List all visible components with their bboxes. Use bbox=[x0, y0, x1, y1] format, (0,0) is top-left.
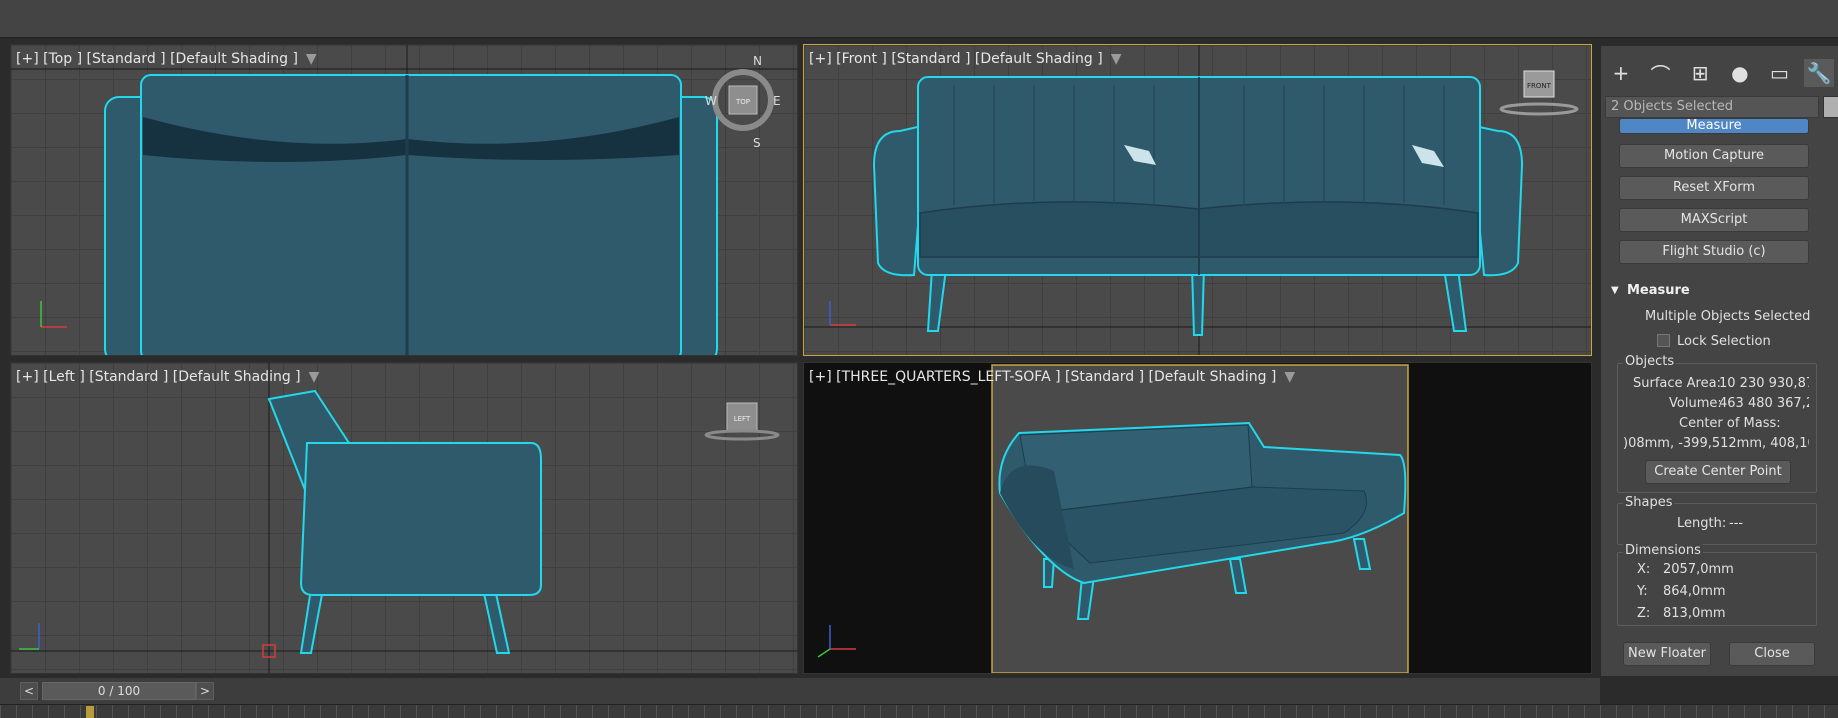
surface-area-label: Surface Area: bbox=[1633, 376, 1721, 391]
command-panel-tabs: + ⌒ ⊞ ● ▭ 🔧 bbox=[1601, 56, 1838, 90]
utilities-icon[interactable]: 🔧 bbox=[1804, 59, 1835, 87]
filter-icon[interactable]: ▼ bbox=[1284, 369, 1295, 385]
dimension-y-value: 864,0mm bbox=[1663, 584, 1726, 599]
center-of-mass-value: )08mm, -399,512mm, 408,107m bbox=[1623, 436, 1809, 451]
sofa-leg-right[interactable] bbox=[1442, 268, 1468, 332]
dimension-y-label: Y: bbox=[1637, 584, 1648, 599]
volume-label: Volume: bbox=[1669, 396, 1722, 411]
sofa-leg-mid[interactable] bbox=[1190, 266, 1206, 336]
volume-value: 463 480 367,24 bbox=[1719, 396, 1809, 411]
front-view-scene: FRONT bbox=[804, 45, 1591, 355]
filter-icon[interactable]: ▼ bbox=[309, 369, 320, 385]
surface-area-value: 10 230 930,87 : bbox=[1719, 376, 1809, 391]
viewport-label-perspective[interactable]: [+] [THREE_QUARTERS_LEFT-SOFA ] [Standar… bbox=[809, 369, 1295, 385]
viewport-top[interactable]: N S E W TOP [+] [Top ] [Standard ] [Defa… bbox=[10, 44, 798, 356]
center-of-mass-label: Center of Mass: bbox=[1679, 416, 1781, 431]
previous-frame-button[interactable]: < bbox=[20, 682, 38, 700]
timeline-track[interactable] bbox=[0, 704, 1838, 718]
collapse-triangle-icon: ▼ bbox=[1611, 285, 1619, 296]
viewport-front[interactable]: FRONT [+] [Front ] [Standard ] [Default … bbox=[803, 44, 1592, 356]
next-frame-button[interactable]: > bbox=[196, 682, 214, 700]
create-center-point-button[interactable]: Create Center Point bbox=[1645, 460, 1791, 484]
hierarchy-icon[interactable]: ⊞ bbox=[1685, 59, 1715, 87]
close-button[interactable]: Close bbox=[1729, 642, 1815, 666]
sofa-body-side[interactable] bbox=[299, 442, 542, 596]
viewport-label-top[interactable]: [+] [Top ] [Standard ] [Default Shading … bbox=[16, 51, 317, 67]
object-color-swatch[interactable] bbox=[1823, 96, 1838, 118]
lock-selection-label: Lock Selection bbox=[1677, 334, 1771, 349]
command-panel: + ⌒ ⊞ ● ▭ 🔧 2 Objects Selected Measure M… bbox=[1600, 46, 1838, 676]
time-slider[interactable]: 0 / 100 bbox=[42, 682, 196, 700]
main-toolbar bbox=[0, 0, 1838, 38]
viewport-left[interactable]: LEFT [+] [Left ] [Standard ] [Default Sh… bbox=[10, 362, 798, 674]
filter-icon[interactable]: ▼ bbox=[306, 51, 317, 67]
view-cube-label: FRONT bbox=[1527, 82, 1552, 90]
time-slider-bar: < 0 / 100 > bbox=[0, 678, 1600, 704]
svg-text:N: N bbox=[753, 54, 762, 68]
svg-text:S: S bbox=[753, 136, 761, 150]
view-cube-label: LEFT bbox=[734, 415, 751, 423]
length-label: Length: bbox=[1677, 516, 1727, 531]
dimension-z-value: 813,0mm bbox=[1663, 606, 1726, 621]
sofa-body-top[interactable] bbox=[140, 74, 682, 356]
current-frame-marker[interactable] bbox=[86, 706, 94, 718]
view-cube-label: TOP bbox=[735, 98, 750, 106]
selection-name-field[interactable]: 2 Objects Selected bbox=[1605, 96, 1819, 118]
lock-selection-checkbox[interactable] bbox=[1657, 334, 1670, 347]
sofa-leg-front[interactable] bbox=[299, 588, 325, 654]
reset-xform-button[interactable]: Reset XForm bbox=[1619, 176, 1809, 200]
left-view-scene: LEFT bbox=[11, 363, 797, 673]
modify-icon[interactable]: ⌒ bbox=[1645, 59, 1675, 87]
svg-text:E: E bbox=[773, 94, 781, 108]
motion-capture-button[interactable]: Motion Capture bbox=[1619, 144, 1809, 168]
flight-studio-button[interactable]: Flight Studio (c) bbox=[1619, 240, 1809, 264]
top-view-scene: N S E W TOP bbox=[11, 45, 797, 356]
dimensions-group-title: Dimensions bbox=[1623, 543, 1703, 558]
sofa-leg-left[interactable] bbox=[926, 268, 948, 332]
objects-group-title: Objects bbox=[1623, 354, 1677, 369]
length-value: --- bbox=[1729, 516, 1744, 531]
measure-status: Multiple Objects Selected bbox=[1645, 309, 1811, 324]
new-floater-button[interactable]: New Floater bbox=[1623, 642, 1711, 666]
perspective-scene bbox=[817, 364, 1409, 673]
filter-icon[interactable]: ▼ bbox=[1111, 51, 1122, 67]
display-icon[interactable]: ▭ bbox=[1764, 59, 1794, 87]
measure-utility-button[interactable]: Measure bbox=[1619, 118, 1809, 134]
dimension-x-value: 2057,0mm bbox=[1663, 562, 1734, 577]
svg-text:W: W bbox=[705, 94, 717, 108]
shapes-group-title: Shapes bbox=[1623, 495, 1675, 510]
measure-rollout-header[interactable]: ▼ Measure bbox=[1605, 280, 1835, 302]
motion-icon[interactable]: ● bbox=[1725, 59, 1755, 87]
viewport-perspective[interactable]: [+] [THREE_QUARTERS_LEFT-SOFA ] [Standar… bbox=[803, 362, 1592, 674]
viewport-label-left[interactable]: [+] [Left ] [Standard ] [Default Shading… bbox=[16, 369, 319, 385]
create-icon[interactable]: + bbox=[1606, 59, 1636, 87]
sofa-leg-back[interactable] bbox=[481, 588, 511, 654]
maxscript-button[interactable]: MAXScript bbox=[1619, 208, 1809, 232]
dimension-z-label: Z: bbox=[1637, 606, 1651, 621]
dimension-x-label: X: bbox=[1637, 562, 1651, 577]
viewport-label-front[interactable]: [+] [Front ] [Standard ] [Default Shadin… bbox=[809, 51, 1122, 67]
